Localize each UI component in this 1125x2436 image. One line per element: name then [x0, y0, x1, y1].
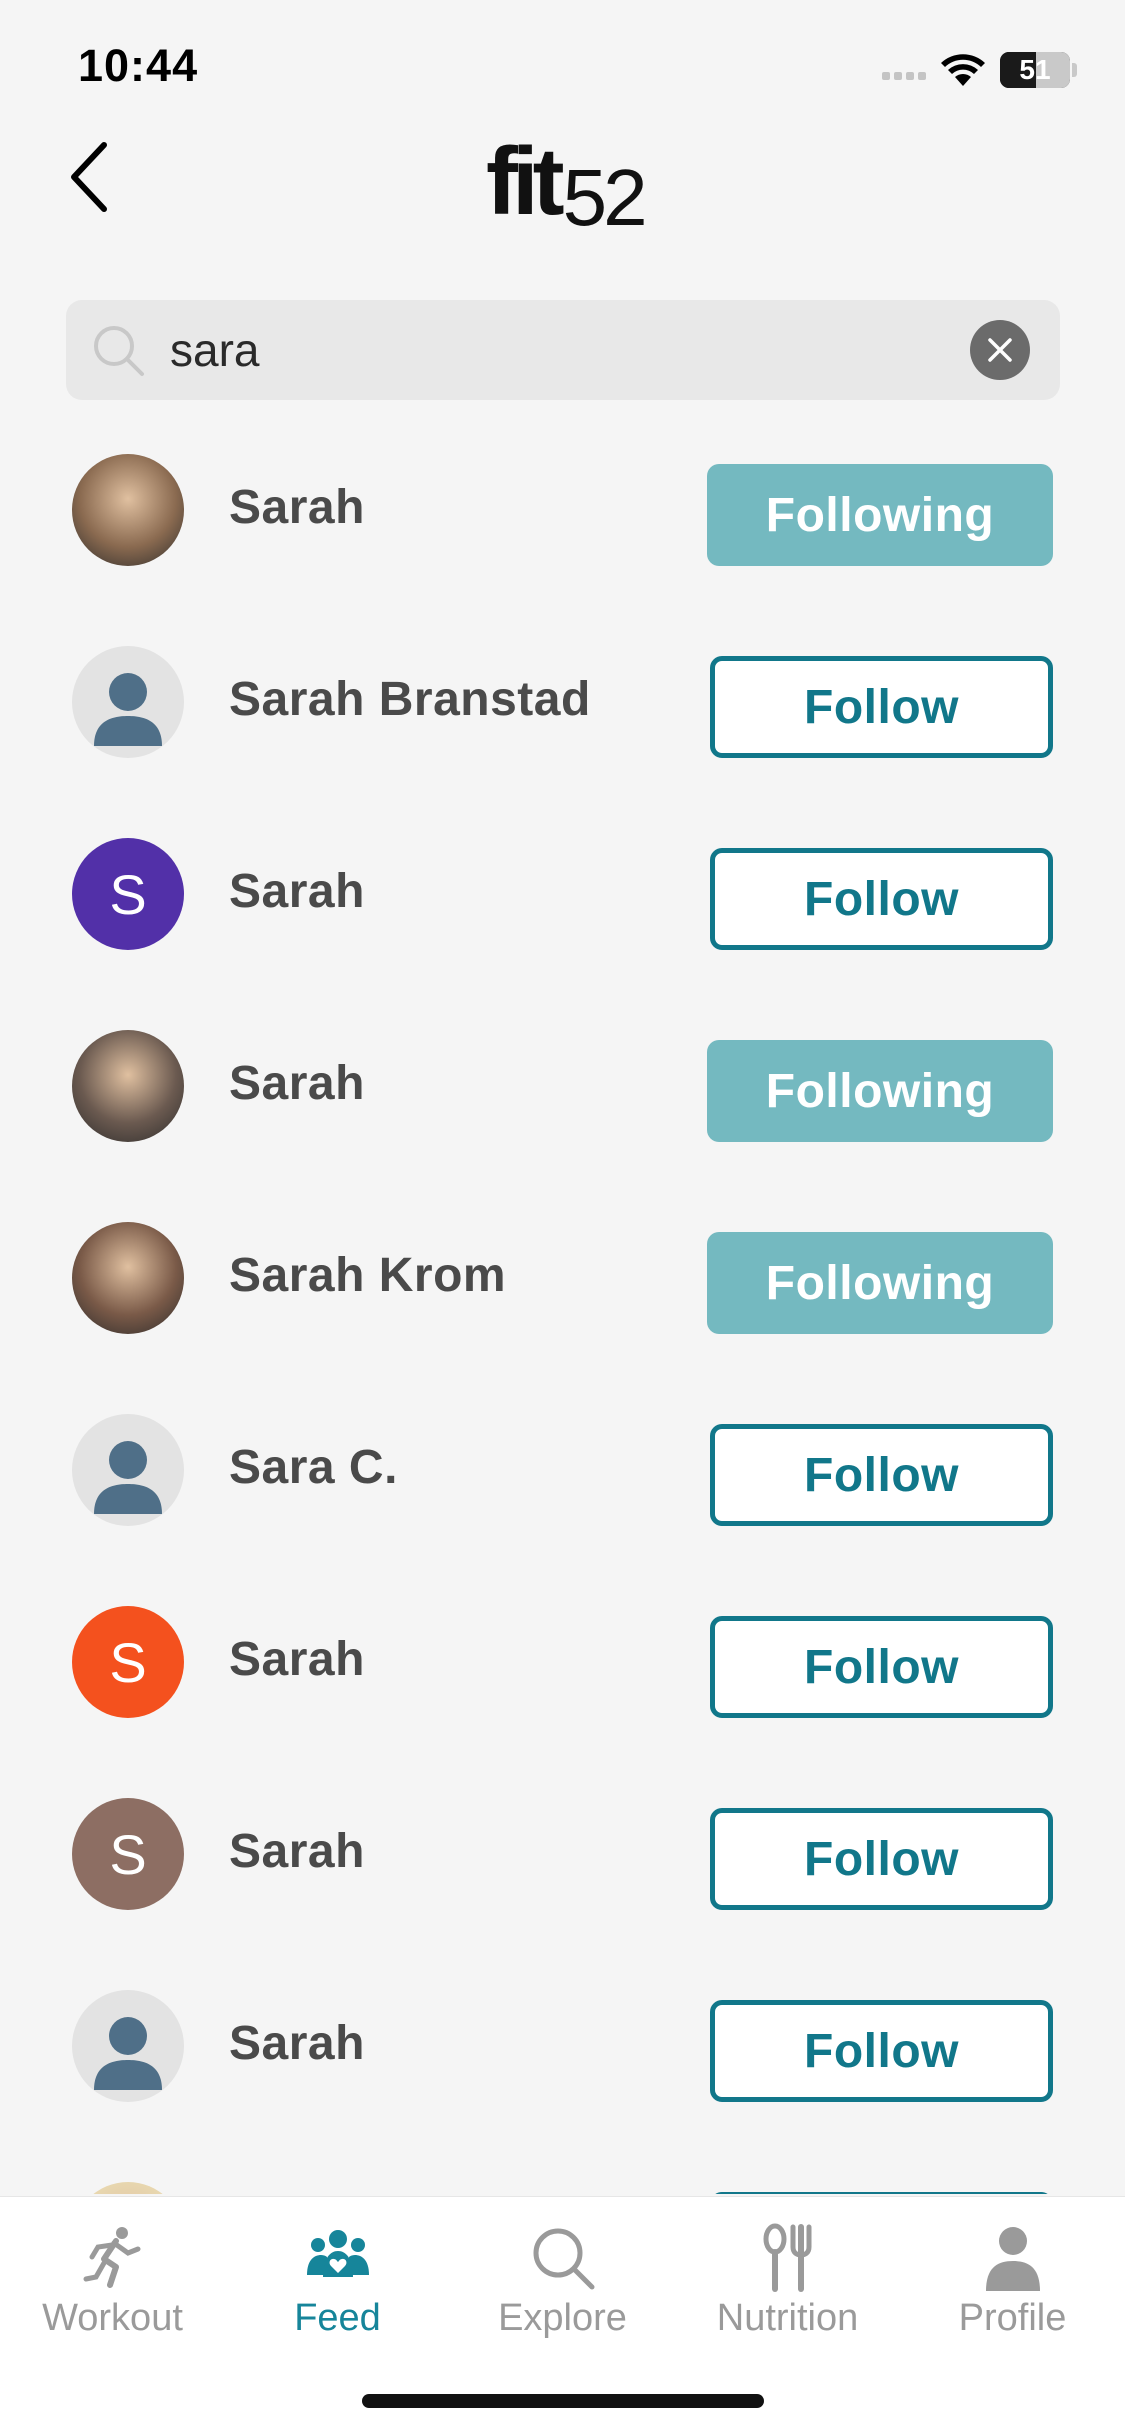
follow-button[interactable]: Follow — [710, 1616, 1053, 1718]
following-button[interactable]: Following — [707, 1040, 1053, 1142]
follow-button[interactable]: Follow — [710, 656, 1053, 758]
cellular-signal-icon — [882, 72, 926, 80]
battery-icon: 51 — [1000, 52, 1070, 88]
avatar-initial: S — [109, 1630, 147, 1694]
tab-feed[interactable]: Feed — [225, 2197, 450, 2347]
follow-button[interactable]: Follow — [710, 1424, 1053, 1526]
tab-label: Profile — [958, 2297, 1067, 2339]
user-name[interactable]: Sara C. — [229, 1440, 398, 1495]
user-row[interactable]: S Sarah Follow — [0, 1566, 1125, 1758]
user-name[interactable]: Sarah — [229, 1824, 365, 1879]
logo-number: 52 — [562, 153, 648, 242]
fork-spoon-icon — [763, 2223, 811, 2292]
tab-label: Explore — [498, 2297, 627, 2339]
user-row[interactable]: Sarah Following — [0, 990, 1125, 1182]
search-icon — [533, 2228, 594, 2290]
user-photo[interactable] — [72, 2182, 184, 2194]
nav-bar: fit 52 — [0, 120, 1125, 238]
user-avatar[interactable] — [72, 1990, 184, 2102]
user-photo[interactable] — [72, 1222, 184, 1334]
follow-button[interactable] — [710, 2192, 1053, 2194]
user-name[interactable]: Sarah — [229, 1056, 365, 1111]
user-row[interactable]: Sarah Following — [0, 414, 1125, 606]
running-icon — [83, 2227, 140, 2288]
follow-button[interactable]: Follow — [710, 2000, 1053, 2102]
tab-label: Nutrition — [716, 2297, 859, 2339]
status-icons: 51 — [882, 48, 1077, 92]
user-row[interactable] — [0, 2142, 1125, 2194]
user-avatar[interactable]: S — [72, 1798, 184, 1910]
logo-text: fit — [486, 128, 565, 235]
default-user-icon — [94, 1441, 162, 1514]
search-bar — [66, 300, 1060, 400]
follow-button[interactable]: Follow — [710, 848, 1053, 950]
user-avatar[interactable] — [72, 1414, 184, 1526]
tab-explore[interactable]: Explore — [450, 2197, 675, 2347]
user-row[interactable]: Sarah Follow — [0, 1950, 1125, 2142]
search-results-list: Sarah Following Sarah Branstad Follow S Sarah… — [0, 414, 1125, 2194]
user-row[interactable]: S Sarah Follow — [0, 1758, 1125, 1950]
person-icon — [985, 2227, 1040, 2291]
status-bar: 10:44 51 — [0, 0, 1125, 132]
user-avatar[interactable]: S — [72, 1606, 184, 1718]
back-button[interactable] — [50, 132, 130, 222]
status-time: 10:44 — [78, 40, 199, 91]
user-name[interactable]: Sarah — [229, 480, 365, 535]
wifi-icon — [941, 54, 985, 86]
user-name[interactable]: Sarah Branstad — [229, 672, 591, 727]
user-photo[interactable] — [72, 1030, 184, 1142]
home-indicator — [362, 2394, 764, 2408]
follow-button[interactable]: Follow — [710, 1808, 1053, 1910]
tab-profile[interactable]: Profile — [900, 2197, 1125, 2347]
tab-nutrition[interactable]: Nutrition — [675, 2197, 900, 2347]
default-user-icon — [94, 2017, 162, 2090]
chevron-left-icon — [71, 142, 107, 212]
user-name[interactable]: Sarah — [229, 1632, 365, 1687]
user-row[interactable]: S Sarah Follow — [0, 798, 1125, 990]
user-photo[interactable] — [72, 454, 184, 566]
user-row[interactable]: Sarah Branstad Follow — [0, 606, 1125, 798]
clear-search-button[interactable] — [970, 320, 1030, 380]
following-button[interactable]: Following — [707, 1232, 1053, 1334]
tab-workout[interactable]: Workout — [0, 2197, 225, 2347]
following-button[interactable]: Following — [707, 464, 1053, 566]
tab-label: Workout — [42, 2297, 183, 2339]
user-name[interactable]: Sarah Krom — [229, 1248, 506, 1303]
app-logo: fit 52 — [486, 120, 648, 238]
tab-label: Feed — [294, 2297, 381, 2339]
close-icon — [988, 338, 1012, 362]
avatar-initial: S — [109, 862, 147, 926]
avatar-initial: S — [109, 1822, 147, 1886]
user-row[interactable]: Sarah Krom Following — [0, 1182, 1125, 1374]
user-name[interactable]: Sarah — [229, 2016, 365, 2071]
battery-percentage: 51 — [1019, 54, 1051, 85]
user-avatar[interactable]: S — [72, 838, 184, 950]
search-icon — [94, 326, 144, 376]
search-input[interactable] — [170, 300, 990, 400]
community-icon — [306, 2230, 369, 2277]
user-avatar[interactable] — [72, 646, 184, 758]
battery-tip — [1072, 63, 1077, 77]
default-user-icon — [94, 673, 162, 746]
user-name[interactable]: Sarah — [229, 864, 365, 919]
user-row[interactable]: Sara C. Follow — [0, 1374, 1125, 1566]
